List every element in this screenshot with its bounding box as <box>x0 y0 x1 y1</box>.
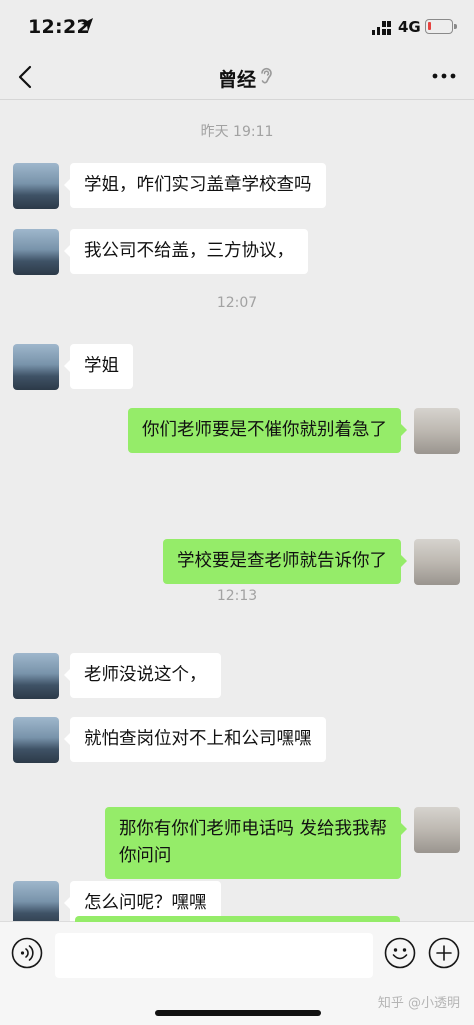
message-text: 学姐 <box>84 356 119 376</box>
message-text: 你们老师要是不催你就别着急了 <box>142 420 387 440</box>
contact-avatar[interactable] <box>13 881 59 921</box>
message-list[interactable]: 昨天 19:11 学姐，咋们实习盖章学校查吗 我公司不给盖，三方协议， 12:07 学姐… <box>0 101 474 921</box>
contact-avatar[interactable] <box>13 163 59 209</box>
message-bubble[interactable]: 学姐 <box>64 344 133 389</box>
message-text: 学姐，咋们实习盖章学校查吗 <box>84 175 312 195</box>
message-text: 我公司不给盖，三方协议， <box>84 241 294 261</box>
message-text: 学校要是查老师就告诉你了 <box>177 551 387 571</box>
home-indicator <box>155 1010 321 1016</box>
message-bubble[interactable]: 学校要是查老师就告诉你了 <box>163 539 407 584</box>
message-text-line: 那你有你们老师电话吗 发给我我帮 <box>118 819 387 839</box>
my-avatar[interactable] <box>414 408 460 454</box>
chat-title: 曾经 <box>217 69 256 91</box>
message-text: 怎么问呢？嘿嘿 <box>84 893 207 913</box>
message-text: 就怕查岗位对不上和公司嘿嘿 <box>84 729 312 749</box>
message-bubble[interactable]: 那你有你们老师电话吗 发给我我帮 你问问 <box>104 807 408 879</box>
message-bubble-partial <box>75 916 400 922</box>
message-bubble[interactable]: 你们老师要是不催你就别着急了 <box>128 408 407 453</box>
timestamp: 昨天 19:11 <box>200 124 274 140</box>
message-bubble[interactable]: 就怕查岗位对不上和公司嘿嘿 <box>64 717 326 762</box>
watermark: 知乎 @小透明 <box>377 996 460 1011</box>
contact-avatar[interactable] <box>13 344 59 390</box>
input-bar: 知乎 @小透明 <box>0 916 474 1025</box>
message-bubble[interactable]: 学姐，咋们实习盖章学校查吗 <box>64 163 326 208</box>
my-avatar[interactable] <box>414 807 460 853</box>
add-more-icon[interactable] <box>428 937 460 969</box>
contact-avatar[interactable] <box>13 717 59 763</box>
timestamp: 12:07 <box>216 295 258 311</box>
message-text: 老师没说这个， <box>84 665 207 685</box>
message-input[interactable] <box>55 933 373 978</box>
voice-input-icon[interactable] <box>11 937 43 969</box>
network-type: 4G <box>398 18 421 36</box>
my-avatar[interactable] <box>414 539 460 585</box>
contact-avatar[interactable] <box>13 653 59 699</box>
timestamp: 12:13 <box>216 588 258 604</box>
message-text-line: 你问问 <box>118 846 172 866</box>
more-options-icon[interactable] <box>432 72 456 80</box>
chat-header: 曾经 <box>0 56 474 100</box>
message-bubble[interactable]: 怎么问呢？嘿嘿 <box>64 881 221 921</box>
message-bubble[interactable]: 我公司不给盖，三方协议， <box>64 229 308 274</box>
message-bubble[interactable]: 老师没说这个， <box>64 653 221 698</box>
contact-avatar[interactable] <box>13 229 59 275</box>
emoji-icon[interactable] <box>384 937 416 969</box>
signal-icon <box>372 21 391 35</box>
battery-level <box>428 22 431 30</box>
location-arrow-icon <box>81 18 93 32</box>
status-bar: 12:22 4G <box>0 0 474 56</box>
earpiece-mode-icon <box>261 67 272 84</box>
battery-icon <box>425 19 457 34</box>
